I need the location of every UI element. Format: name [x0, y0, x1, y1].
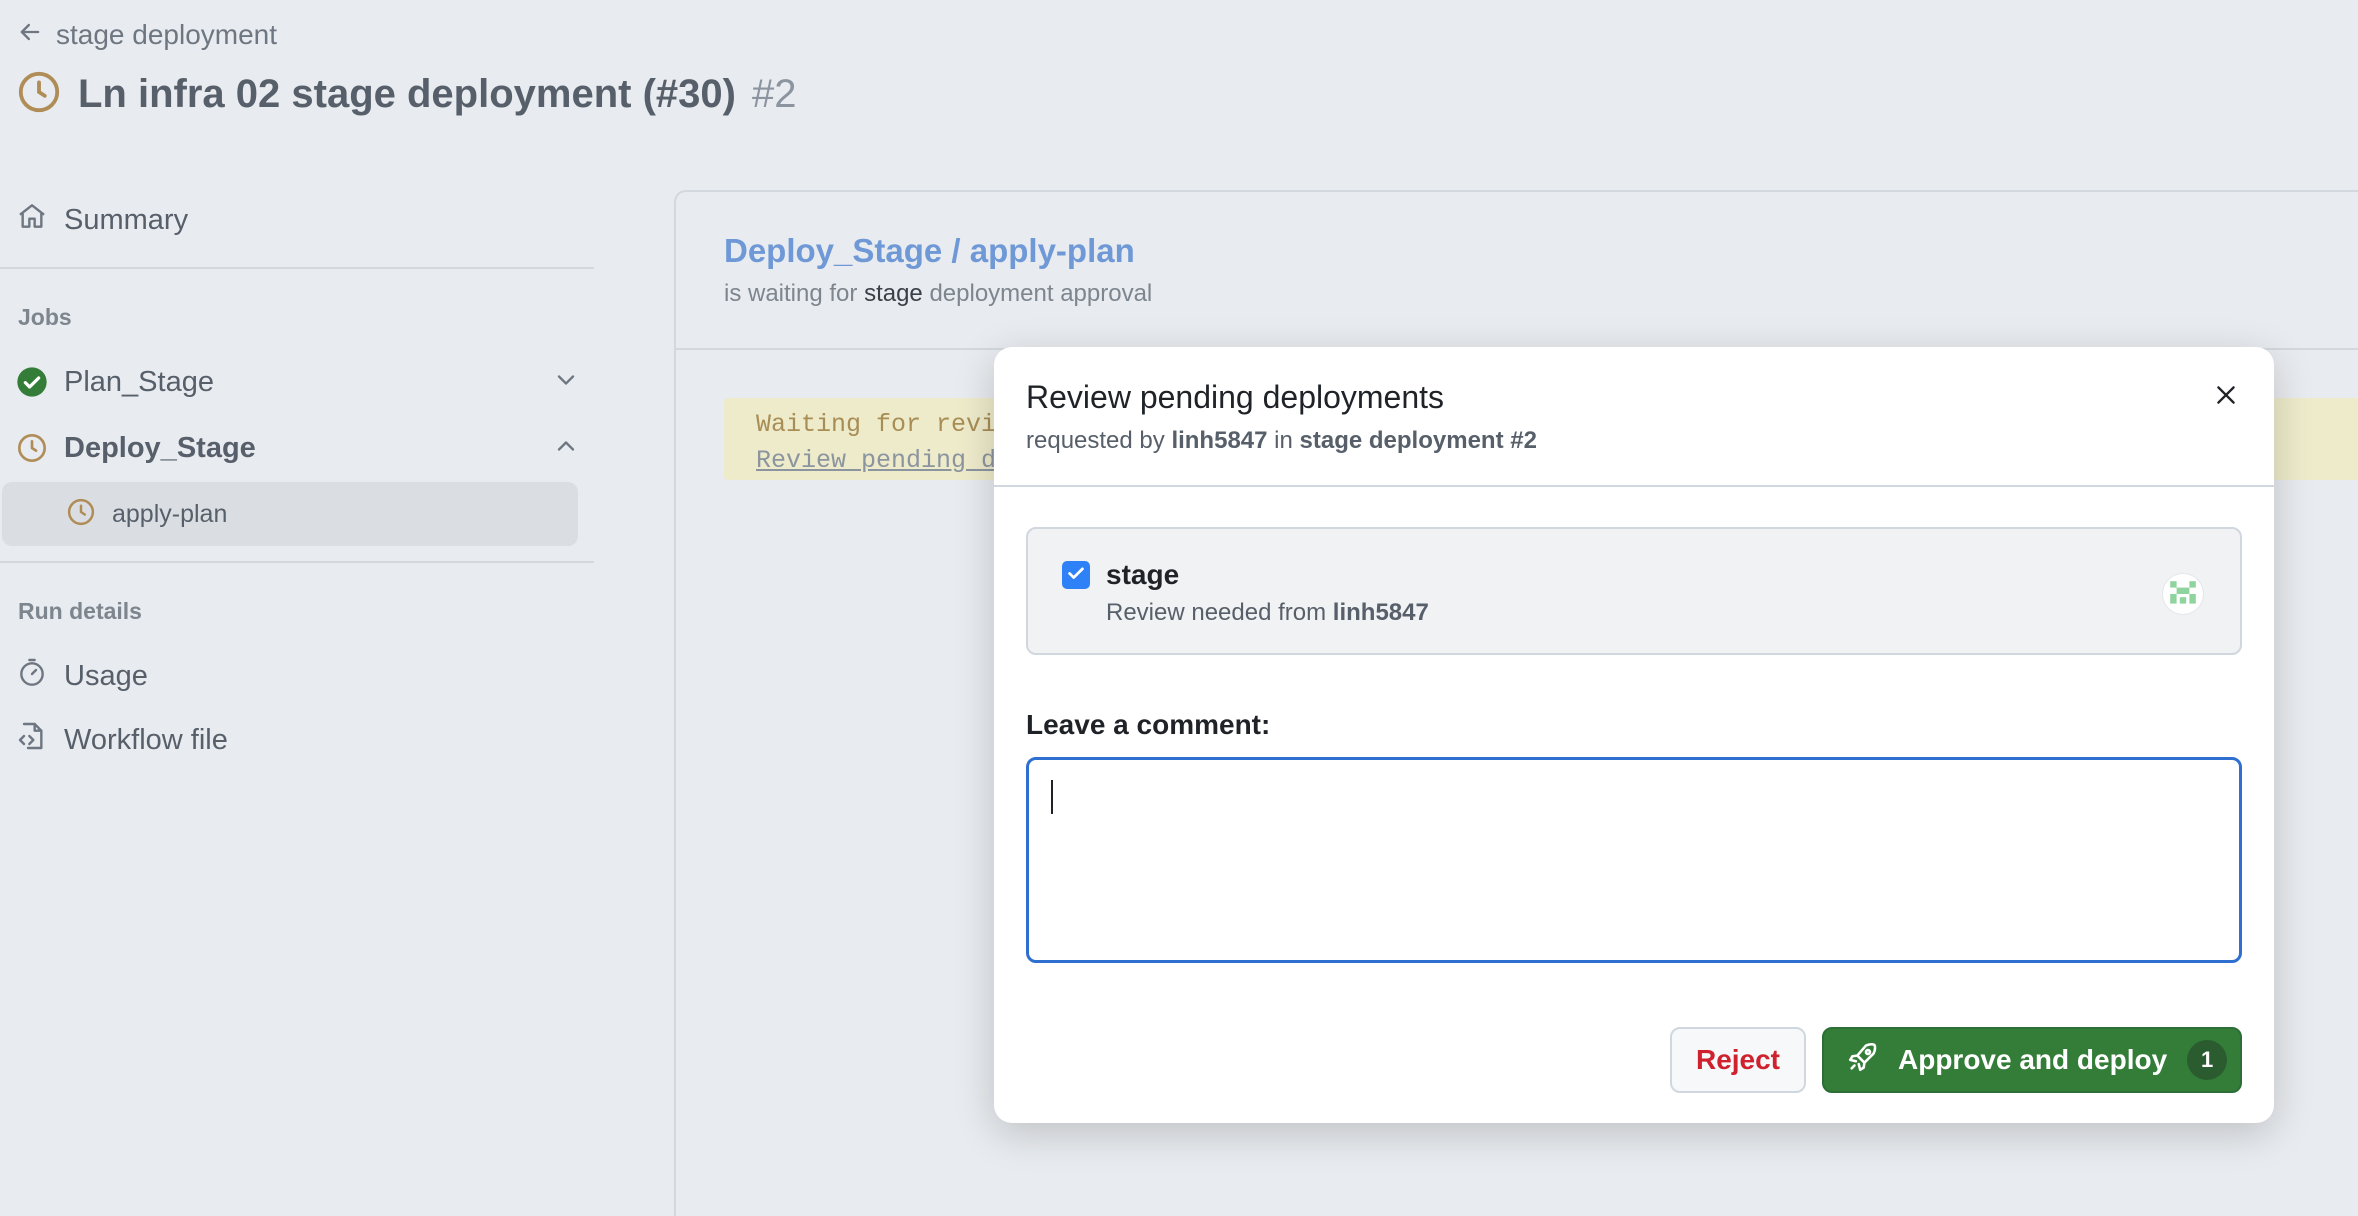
run-details-heading: Run details — [18, 598, 142, 624]
back-link-label: stage deployment — [56, 19, 278, 50]
run-title: Ln infra 02 stage deployment (#30) — [78, 71, 736, 116]
subtitle-prefix: requested by — [1026, 427, 1165, 454]
rocket-icon — [1846, 1040, 1880, 1081]
comment-label: Leave a comment: — [1026, 709, 1271, 740]
sidebar-item-workflow-file[interactable]: Workflow file — [16, 716, 228, 764]
status-env: stage — [864, 280, 923, 307]
file-code-icon — [16, 720, 48, 760]
sidebar-item-usage[interactable]: Usage — [16, 652, 148, 700]
dialog-title: Review pending deployments — [1026, 379, 1445, 415]
sidebar-item-summary[interactable]: Summary — [16, 196, 188, 244]
chevron-up-icon[interactable] — [552, 432, 580, 465]
subjob-label: apply-plan — [112, 499, 228, 528]
job-title-link[interactable]: Deploy_Stage / apply-plan — [724, 232, 1135, 270]
sidebar-item-label: Usage — [64, 659, 148, 692]
job-status-text: is waiting for stage deployment approval — [724, 280, 1152, 308]
sidebar-subjob-apply-plan[interactable]: apply-plan — [2, 482, 578, 546]
reject-button[interactable]: Reject — [1670, 1027, 1806, 1093]
page-title: Ln infra 02 stage deployment (#30) #2 — [16, 68, 796, 120]
text-caret — [1051, 780, 1053, 814]
sidebar-item-label: Summary — [64, 203, 189, 236]
requester-name: linh5847 — [1171, 427, 1268, 454]
environment-checkbox[interactable] — [1062, 561, 1090, 589]
chevron-down-icon[interactable] — [552, 366, 580, 399]
reviewer-name: linh5847 — [1332, 599, 1429, 626]
close-button[interactable] — [2206, 377, 2246, 417]
environment-name: stage — [1106, 559, 1180, 590]
approve-count-badge: 1 — [2187, 1040, 2228, 1080]
approve-label: Approve and deploy — [1898, 1044, 2168, 1075]
clock-icon — [16, 69, 62, 120]
check-circle-icon — [16, 366, 48, 398]
home-icon — [16, 200, 48, 240]
dialog-subtitle: requested by linh5847 in stage deploymen… — [1026, 427, 1537, 455]
waiting-log-line: Waiting for revie — [756, 410, 1012, 439]
review-prefix: Review needed from — [1106, 599, 1327, 626]
status-suffix: deployment approval — [929, 280, 1153, 307]
review-pending-link[interactable]: Review pending de — [756, 446, 1011, 475]
environment-review-text: Review needed from linh5847 — [1106, 599, 1429, 627]
environment-card: stage Review needed from linh5847 — [1026, 527, 2242, 655]
run-number: #2 — [751, 71, 797, 116]
x-icon — [2213, 382, 2239, 413]
clock-icon — [66, 497, 96, 532]
clock-icon — [16, 432, 48, 464]
approve-and-deploy-button[interactable]: Approve and deploy 1 — [1822, 1027, 2242, 1093]
status-prefix: is waiting for — [724, 280, 858, 307]
back-link[interactable]: stage deployment — [16, 18, 277, 52]
sidebar-item-label: Workflow file — [64, 723, 228, 756]
sidebar-job-plan-stage[interactable]: Plan_Stage — [16, 356, 580, 408]
review-deployments-dialog: Review pending deployments requested by … — [994, 347, 2274, 1123]
sidebar-job-deploy-stage[interactable]: Deploy_Stage — [16, 422, 580, 474]
workflow-ref: stage deployment #2 — [1299, 427, 1537, 454]
comment-input[interactable] — [1026, 757, 2242, 963]
checkmark-icon — [1065, 562, 1087, 589]
stopwatch-icon — [16, 656, 48, 696]
job-label: Plan_Stage — [64, 365, 214, 398]
jobs-heading: Jobs — [18, 304, 72, 330]
sidebar-divider — [0, 561, 594, 563]
dialog-divider — [994, 485, 2274, 487]
sidebar-divider — [0, 267, 594, 269]
job-label: Deploy_Stage — [64, 431, 256, 464]
subtitle-in: in — [1274, 427, 1293, 454]
identicon-avatar — [2170, 581, 2196, 604]
avatar[interactable] — [2162, 573, 2204, 615]
arrow-left-icon — [16, 18, 44, 53]
